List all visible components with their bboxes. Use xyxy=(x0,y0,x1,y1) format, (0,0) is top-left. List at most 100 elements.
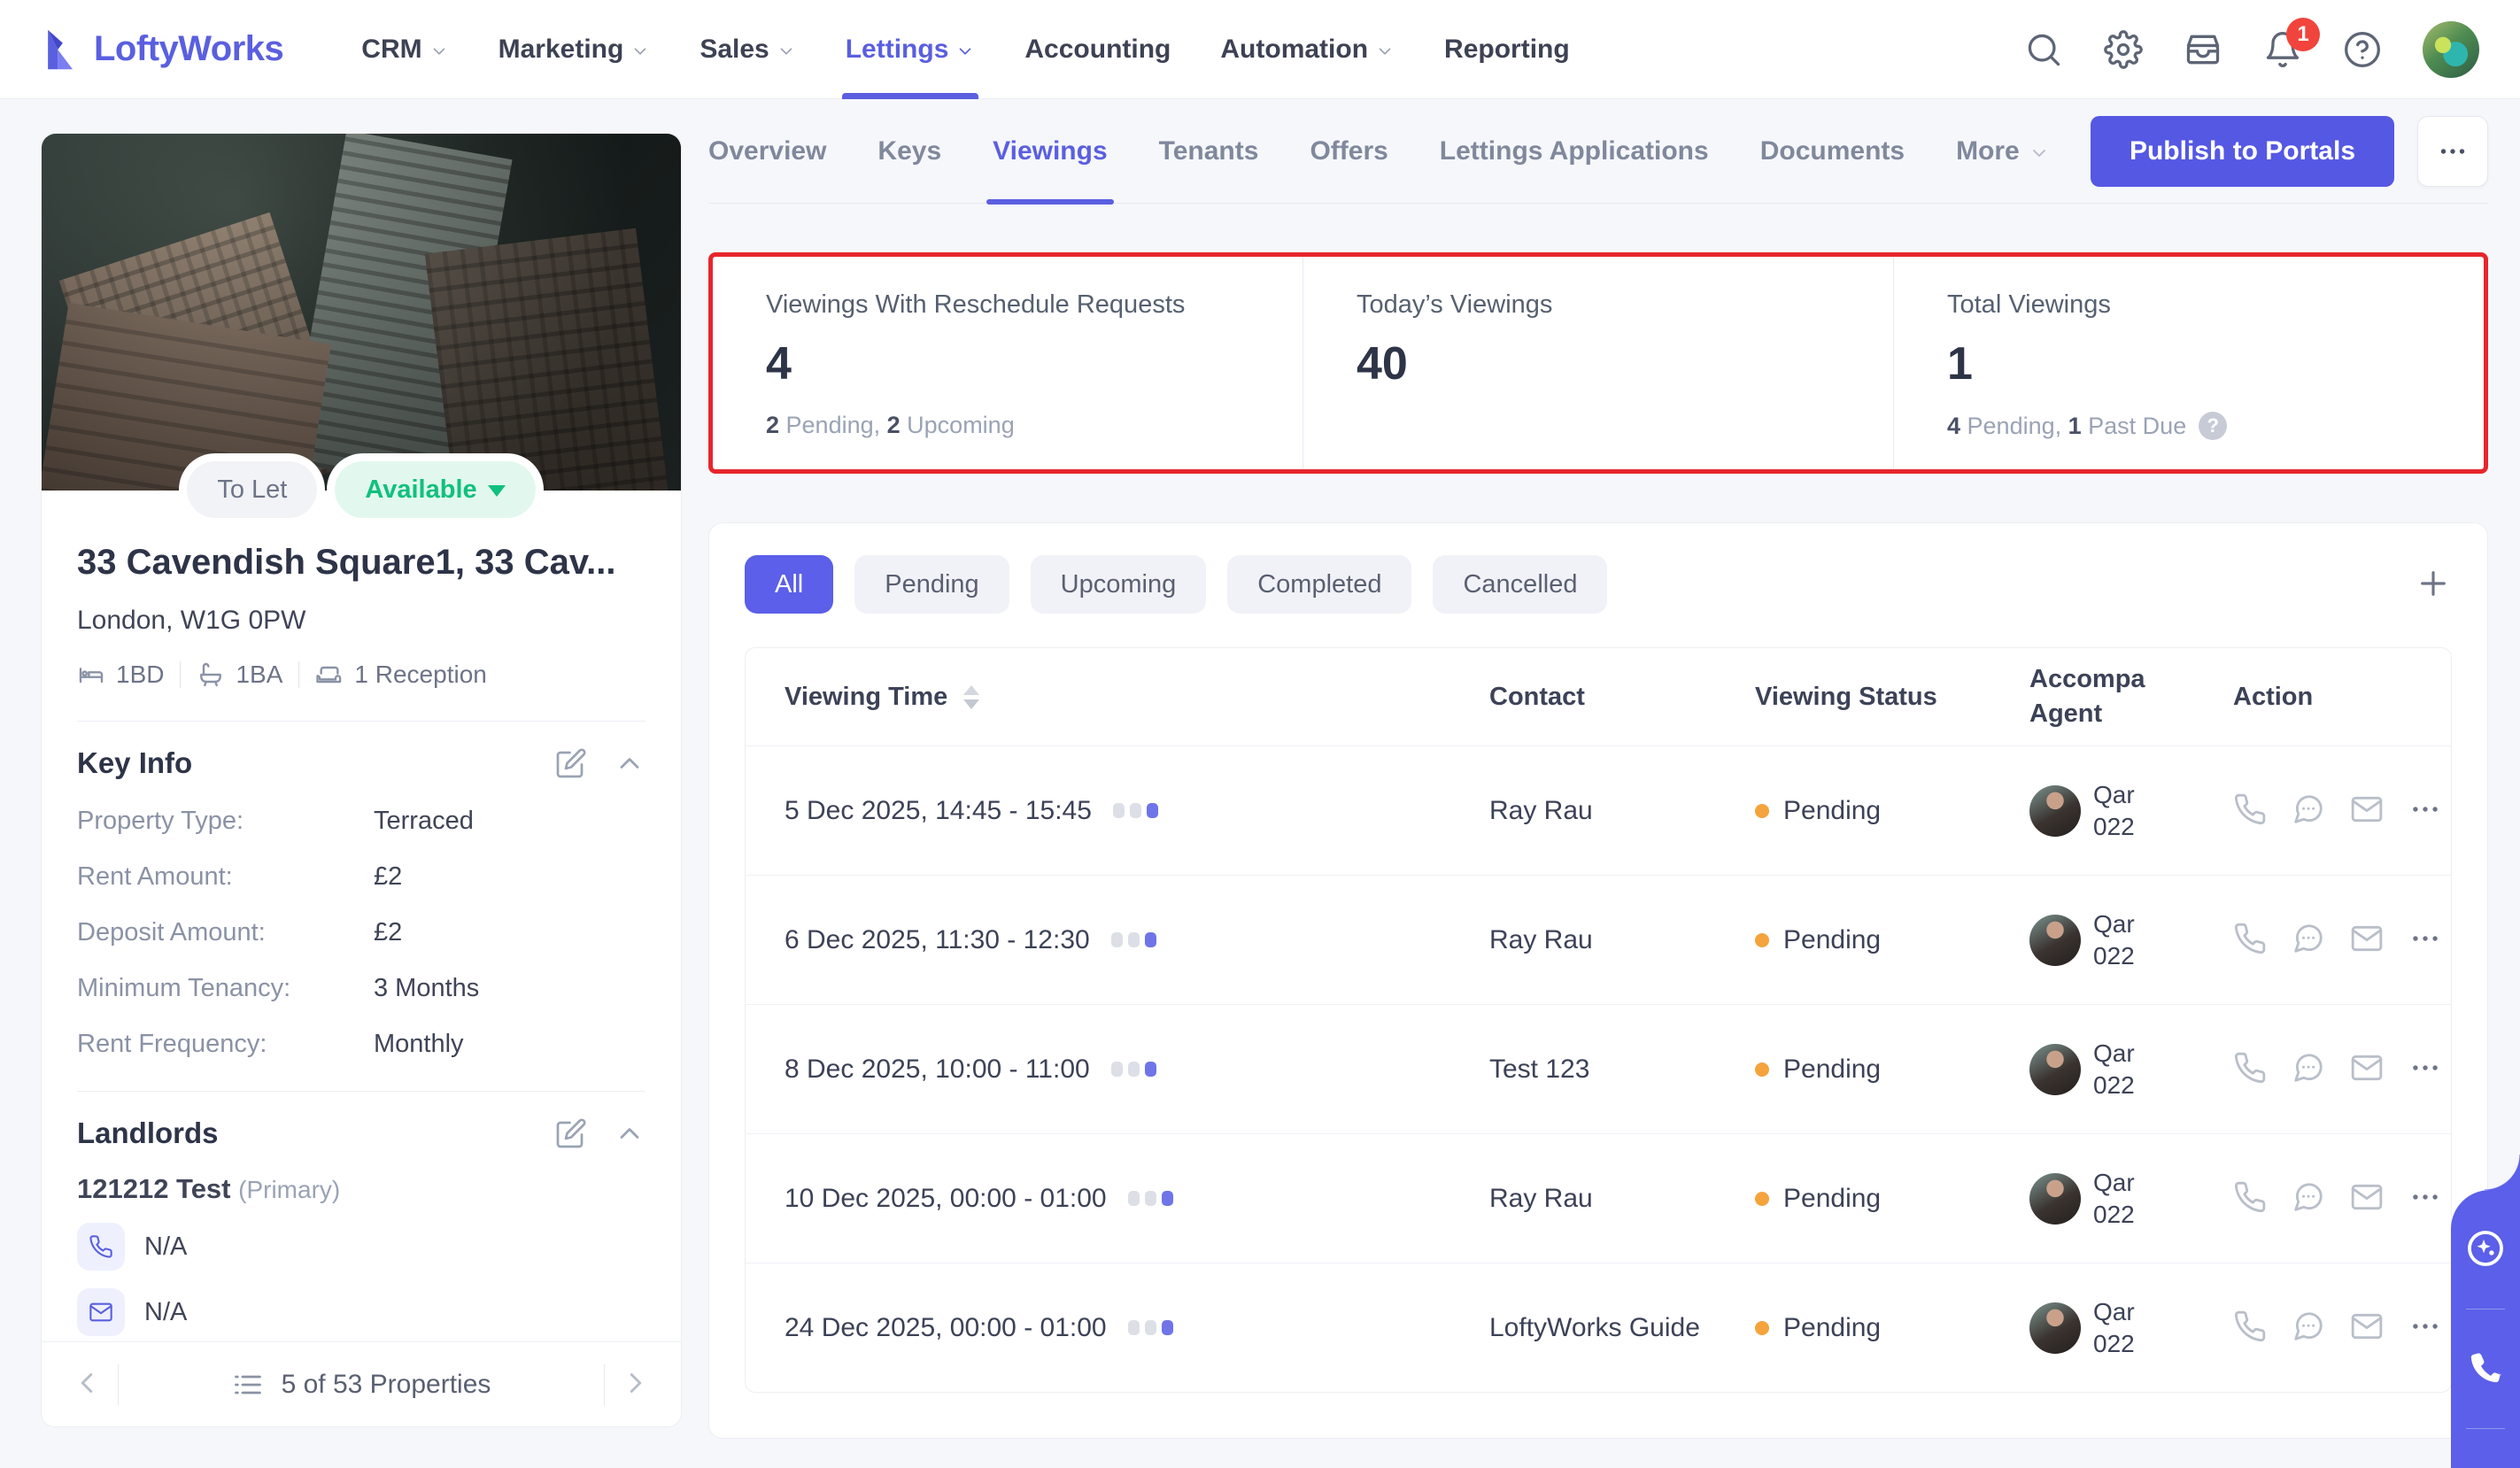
tab-lettings-applications[interactable]: Lettings Applications xyxy=(1414,99,1735,204)
pending-dot-icon xyxy=(1755,803,1769,818)
phone-icon[interactable] xyxy=(2465,1348,2506,1391)
tab-documents[interactable]: Documents xyxy=(1735,99,1930,204)
filter-upcoming[interactable]: Upcoming xyxy=(1030,555,1207,614)
key-info-row: Property Type: Terraced xyxy=(77,807,645,836)
menu-sales[interactable]: Sales xyxy=(675,0,820,99)
more-dots-icon[interactable] xyxy=(2408,1310,2442,1346)
mail-icon[interactable] xyxy=(2350,1310,2384,1346)
viewing-time-cell: 10 Dec 2025, 00:00 - 01:00 xyxy=(746,1184,1489,1214)
property-panel: To Let Available 33 Cavendish Square1, 3… xyxy=(41,133,682,1427)
pending-dot-icon xyxy=(1755,1062,1769,1077)
help-icon[interactable] xyxy=(2343,30,2382,69)
filter-completed[interactable]: Completed xyxy=(1227,555,1412,614)
phone-icon[interactable] xyxy=(2233,1310,2267,1346)
mail-icon[interactable] xyxy=(2350,1180,2384,1217)
table-row[interactable]: 10 Dec 2025, 00:00 - 01:00 Ray Rau Pendi… xyxy=(746,1133,2451,1263)
menu-automation[interactable]: Automation xyxy=(1195,0,1419,99)
menu-accounting[interactable]: Accounting xyxy=(1000,0,1195,99)
agent-cell: Qar 022 xyxy=(2029,908,2233,972)
help-tooltip-icon[interactable]: ? xyxy=(2199,412,2228,440)
property-pagination: 5 of 53 Properties xyxy=(42,1341,681,1426)
ai-sparkle-icon[interactable] xyxy=(2465,1228,2506,1271)
menu-marketing[interactable]: Marketing xyxy=(474,0,676,99)
tab-offers[interactable]: Offers xyxy=(1284,99,1413,204)
tab-more[interactable]: More xyxy=(1930,99,2076,204)
chat-icon[interactable] xyxy=(2292,1180,2325,1217)
status-cell: Pending xyxy=(1755,1313,2029,1343)
publish-to-portals-button[interactable]: Publish to Portals xyxy=(2090,115,2394,187)
table-row[interactable]: 8 Dec 2025, 10:00 - 11:00 Test 123 Pendi… xyxy=(746,1004,2451,1133)
more-dots-icon[interactable] xyxy=(2408,792,2442,829)
property-specs: 1BD 1BA 1 Reception xyxy=(77,661,645,689)
filter-all[interactable]: All xyxy=(745,555,834,614)
stat-sub-num: 2 xyxy=(886,412,901,438)
menu-lettings[interactable]: Lettings xyxy=(821,0,1001,99)
menu-crm[interactable]: CRM xyxy=(336,0,473,99)
mail-icon[interactable] xyxy=(2350,922,2384,958)
phone-icon[interactable] xyxy=(2233,792,2267,829)
field-label: Minimum Tenancy: xyxy=(77,974,291,1002)
menu-reporting[interactable]: Reporting xyxy=(1419,0,1595,99)
next-property-button[interactable] xyxy=(614,1361,658,1408)
phone-icon[interactable] xyxy=(2233,1180,2267,1217)
chat-icon[interactable] xyxy=(2292,792,2325,829)
menu-sales-label: Sales xyxy=(700,34,769,64)
add-viewing-button[interactable] xyxy=(2415,565,2452,605)
mail-icon[interactable] xyxy=(2350,1051,2384,1087)
availability-badge[interactable]: Available xyxy=(335,461,536,518)
chevron-up-icon[interactable] xyxy=(614,747,645,779)
more-dots-icon[interactable] xyxy=(2408,1051,2442,1087)
table-row[interactable]: 6 Dec 2025, 11:30 - 12:30 Ray Rau Pendin… xyxy=(746,875,2451,1004)
phone-icon[interactable] xyxy=(77,1223,125,1271)
agent-avatar xyxy=(2029,1302,2081,1354)
stat-value: 40 xyxy=(1357,338,1408,390)
more-dots-icon[interactable] xyxy=(2408,922,2442,958)
page-tabs: Overview Keys Viewings Tenants Offers Le… xyxy=(708,99,2488,205)
filter-pending[interactable]: Pending xyxy=(854,555,1009,614)
field-value: 3 Months xyxy=(374,974,480,1002)
more-dots-icon[interactable] xyxy=(2408,1180,2442,1217)
tab-keys[interactable]: Keys xyxy=(852,99,967,204)
tab-overview[interactable]: Overview xyxy=(708,99,852,204)
agent-name-line: Qar xyxy=(2093,780,2135,808)
chevron-up-icon[interactable] xyxy=(614,1117,645,1149)
mail-icon[interactable] xyxy=(2350,792,2384,829)
phone-icon[interactable] xyxy=(2233,1051,2267,1087)
reception-spec: 1 Reception xyxy=(315,661,487,689)
pagination-label: 5 of 53 Properties xyxy=(281,1369,491,1399)
search-icon[interactable] xyxy=(2024,30,2063,69)
list-icon[interactable] xyxy=(232,1369,264,1401)
tab-tenants[interactable]: Tenants xyxy=(1133,99,1285,204)
inbox-icon[interactable] xyxy=(2184,30,2222,69)
stat-sub-text: Upcoming xyxy=(900,412,1015,438)
divider xyxy=(2466,1428,2505,1429)
landlord-name[interactable]: 121212 Test xyxy=(77,1173,231,1204)
prev-property-button[interactable] xyxy=(65,1361,109,1408)
viewing-time: 6 Dec 2025, 11:30 - 12:30 xyxy=(785,924,1090,954)
tab-viewings[interactable]: Viewings xyxy=(967,99,1133,205)
table-row[interactable]: 5 Dec 2025, 14:45 - 15:45 Ray Rau Pendin… xyxy=(746,746,2451,875)
filter-cancelled[interactable]: Cancelled xyxy=(1433,555,1608,614)
phone-icon[interactable] xyxy=(2233,922,2267,958)
tab-label: Keys xyxy=(877,135,942,166)
chat-icon[interactable] xyxy=(2292,922,2325,958)
stat-total-viewings: Total Viewings 1 4 Pending, 1 Past Due? xyxy=(1893,257,2484,469)
sort-icon[interactable] xyxy=(963,684,980,709)
user-avatar[interactable] xyxy=(2423,20,2479,78)
mail-icon[interactable] xyxy=(77,1288,125,1336)
chat-icon[interactable] xyxy=(2292,1051,2325,1087)
bell-icon[interactable]: 1 xyxy=(2263,17,2320,69)
chat-icon[interactable] xyxy=(2292,1310,2325,1346)
edit-icon[interactable] xyxy=(555,1117,587,1149)
page-more-button[interactable] xyxy=(2417,115,2488,187)
brand-logo[interactable]: LoftyWorks xyxy=(41,27,284,73)
edit-icon[interactable] xyxy=(555,747,587,779)
field-value: £2 xyxy=(374,918,403,946)
key-info-row: Rent Amount: £2 xyxy=(77,862,645,892)
divider xyxy=(77,1091,645,1092)
menu-accounting-label: Accounting xyxy=(1024,34,1171,64)
stat-subtext: 4 Pending, 1 Past Due? xyxy=(1947,412,2466,440)
settings-gear-icon[interactable] xyxy=(2104,29,2143,69)
landlords-header: Landlords xyxy=(77,1116,645,1150)
table-row[interactable]: 24 Dec 2025, 00:00 - 01:00 LoftyWorks Gu… xyxy=(746,1263,2451,1392)
